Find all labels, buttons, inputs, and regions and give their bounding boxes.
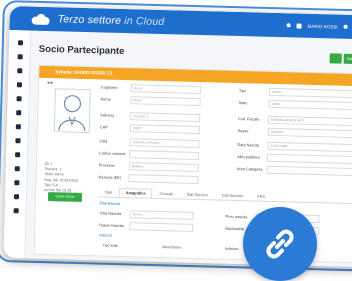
member-summary: ID: 7 Tessera: 1 Stato: Attivo Reg. dal:… <box>44 162 93 194</box>
field-row: Stato Attivo <box>238 99 352 111</box>
field-row: Area Categoria <box>236 165 352 177</box>
screenshot-stage: Terzo settore in Cloud MARIO ROSSI Socio… <box>0 0 352 281</box>
category-area-select[interactable] <box>266 165 352 177</box>
sidebar-users-icon[interactable] <box>17 54 23 60</box>
logout-icon[interactable] <box>343 24 348 29</box>
field-row: Paese Nascita <box>99 221 194 232</box>
section-title: Indirizzi <box>98 233 112 238</box>
field-label: Area Categoria <box>236 166 263 172</box>
field-row: CAP 00027 <box>99 123 200 135</box>
fiscal-code-input[interactable]: RSSMRA00A01L407L <box>268 115 352 127</box>
field-label: Nazione (EE) <box>98 175 122 180</box>
link-badge[interactable] <box>243 207 317 281</box>
surname-input[interactable]: Rossi <box>130 84 201 95</box>
field-label: Sesso <box>237 129 249 134</box>
field-row: Cod. Fiscale RSSMRA00A01L407L <box>238 115 352 127</box>
link-icon <box>266 229 294 259</box>
field-label: Città Nascita <box>99 211 122 216</box>
field-label: Stato <box>238 101 248 106</box>
card-title: Scheda: MARIO ROSSI (7) <box>39 65 352 87</box>
column-header: Indirizzo <box>225 246 239 252</box>
field-label: Provincia <box>98 163 115 168</box>
user-label[interactable]: MARIO ROSSI <box>308 23 338 29</box>
field-label: Paese Nascita <box>99 223 124 229</box>
public-register-input[interactable] <box>267 153 352 165</box>
sidebar-events-icon[interactable] <box>16 82 23 88</box>
sidebar-edit-icon[interactable] <box>16 96 22 102</box>
municipality-code-input[interactable] <box>129 150 200 161</box>
city-input[interactable]: San Vito a Prazzo <box>129 138 200 149</box>
brand-main: Terzo settore <box>57 13 122 27</box>
field-row: Indirizzo Via Dati, 5 <box>100 111 201 123</box>
field-label: Città <box>99 139 108 144</box>
sidebar-settings-icon[interactable] <box>13 208 19 214</box>
field-row: Città San Vito a Prazzo <box>99 137 200 149</box>
field-label: Albo pubblico <box>237 154 260 160</box>
field-row: Nome Mario <box>100 95 201 107</box>
name-input[interactable]: Mario <box>130 96 201 107</box>
province-select[interactable]: Belluno <box>128 162 199 172</box>
avatar[interactable] <box>53 88 91 134</box>
field-label: Indirizzo <box>100 113 115 118</box>
section-title: Dati Nascita <box>99 201 121 206</box>
field-label: Nome <box>100 97 111 102</box>
save-button[interactable]: Salva <box>343 53 352 65</box>
member-card-button[interactable]: Carta Socio <box>47 192 83 202</box>
field-row: Data Nascita 01.01.1980 <box>237 141 352 153</box>
field-row: Cognome Rossi <box>100 83 201 95</box>
sidebar-monitor-icon[interactable] <box>14 166 20 172</box>
type-select[interactable]: Valore <box>268 87 352 99</box>
field-row: Albo pubblico <box>237 153 352 165</box>
inactive-status-icon: ● <box>49 80 54 87</box>
sidebar-reports-icon[interactable] <box>15 152 21 158</box>
sidebar-members-icon[interactable] <box>17 68 23 74</box>
address-input[interactable]: Via Dati, 5 <box>130 112 201 123</box>
birth-country-input[interactable] <box>129 222 194 232</box>
field-row: Codice comune <box>99 149 200 161</box>
nation-input[interactable] <box>128 174 199 184</box>
page-title: Socio Partecipante <box>38 43 125 58</box>
user-avatar-icon <box>53 88 91 134</box>
status-indicators: ●● <box>47 80 53 86</box>
notification-icon[interactable] <box>286 23 291 28</box>
field-label: Cod. Fiscale <box>238 117 260 122</box>
field-row: Provincia Belluno <box>99 161 199 172</box>
field-row: Nazione (EE) <box>98 173 199 184</box>
field-row: Tipo Valore <box>238 87 352 99</box>
field-label: Cognome <box>100 85 118 90</box>
sidebar-calendar-icon[interactable] <box>16 110 22 116</box>
field-label: CAP <box>99 125 108 130</box>
sidebar-messages-icon[interactable] <box>14 180 20 186</box>
field-label: Codice comune <box>99 151 126 157</box>
column-header: Descrizione <box>162 245 182 250</box>
gender-select[interactable]: Maschio <box>267 127 352 139</box>
app-title: Terzo settore in Cloud <box>58 13 165 28</box>
top-bar-user-area[interactable]: MARIO ROSSI <box>286 13 348 39</box>
user-icon[interactable] <box>296 23 302 29</box>
cloud-logo-icon[interactable] <box>32 13 50 24</box>
sidebar-dashboard-icon[interactable] <box>17 40 24 46</box>
cap-input[interactable]: 00027 <box>129 124 200 135</box>
sidebar-tools-icon[interactable] <box>13 194 20 200</box>
birth-date-input[interactable]: 01.01.1980 <box>267 141 352 153</box>
column-header: Tipo Indir. <box>102 243 119 248</box>
field-row: Sesso Maschio <box>237 127 352 139</box>
field-label: Data Nascita <box>237 143 260 148</box>
status-select[interactable]: Attivo <box>268 99 352 111</box>
quick-action-button[interactable] <box>329 53 342 64</box>
sidebar-documents-icon[interactable] <box>15 124 21 130</box>
birth-city-select[interactable]: Roma <box>129 210 194 220</box>
field-row: Città Nascita Roma <box>99 209 194 220</box>
brand-sub: in Cloud <box>120 14 165 29</box>
sidebar-accounting-icon[interactable] <box>15 138 21 144</box>
field-label: Tipo <box>238 89 247 94</box>
